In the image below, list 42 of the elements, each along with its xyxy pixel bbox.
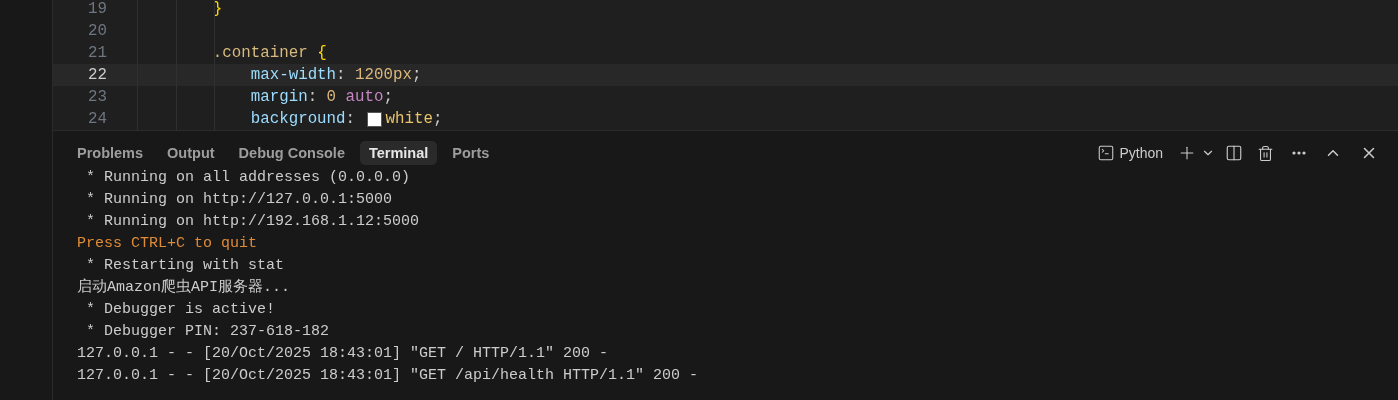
line-number: 20 [87,22,107,40]
panel-tab[interactable]: Terminal [359,141,438,165]
line-number: 19 [87,0,107,18]
trash-icon [1257,144,1274,162]
panel-tab[interactable]: Debug Console [229,141,354,165]
terminal-line: * Restarting with stat [85,256,285,276]
terminal-profile-button[interactable]: Python [1093,142,1167,164]
code-token: : [307,88,319,106]
split-icon [1225,144,1243,162]
terminal-line: * Running on all addresses (0.0.0.0) [85,168,411,188]
line-number: 23 [87,88,107,106]
terminal-line: * Running on http://192.168.1.12:5000 [85,212,420,232]
code-token: { [317,44,327,62]
terminal-line: * Running on http://127.0.0.1:5000 [85,190,393,210]
terminal-line: 127.0.0.1 - - [20/Oct/2025 18:43:01] "GET /api/health HTTP/1.1" 200 - [77,366,699,386]
terminal-line: 启动Amazon爬虫API服务器... [77,277,291,298]
panel-tab[interactable]: Output [158,141,224,165]
code-token: auto [345,88,384,106]
panel-tab[interactable]: Ports [443,141,499,165]
code-token: 0 [326,88,338,106]
terminal-icon [1097,144,1116,162]
line-number: 22 [87,66,107,84]
code-token: ; [383,88,393,106]
code-token: : [336,66,347,84]
code-token: white [385,110,433,128]
more-icon [1292,151,1306,155]
code-token: : [345,110,357,128]
terminal-line: Press CTRL+C to quit [77,234,258,254]
code-token: ; [411,66,422,84]
code-token: margin [249,88,308,106]
line-number: 24 [87,110,107,128]
panel-tab[interactable]: Problems [68,141,153,165]
code-token: 1200px [355,66,412,84]
code-token: ; [432,110,443,128]
line-number: 21 [87,44,107,62]
code-token: .container [211,44,309,62]
code-token: background [249,110,346,128]
terminal-line: 127.0.0.1 - - [20/Oct/2025 18:43:01] "GET / HTTP/1.1" 200 - [77,344,609,364]
code-token: max-width [249,66,337,84]
color-swatch[interactable] [366,111,382,127]
terminal-line: * Debugger is active! [85,300,276,320]
terminal-line: * Debugger PIN: 237-618-182 [85,322,330,342]
